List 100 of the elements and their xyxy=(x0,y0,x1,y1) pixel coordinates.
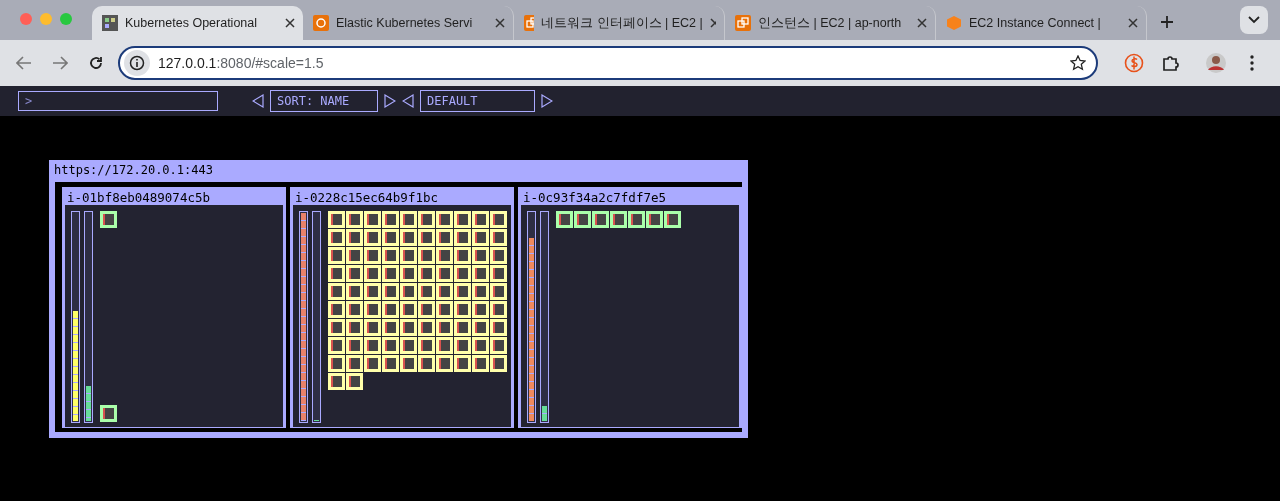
pod-tile[interactable] xyxy=(346,265,363,282)
pod-tile[interactable] xyxy=(454,211,471,228)
extension-icon[interactable] xyxy=(1124,53,1144,73)
pod-tile[interactable] xyxy=(418,283,435,300)
pod-tile[interactable] xyxy=(382,283,399,300)
pod-tile[interactable] xyxy=(382,319,399,336)
browser-tab[interactable]: Kubernetes Operational xyxy=(92,6,303,40)
pod-tile[interactable] xyxy=(664,211,681,228)
pod-tile[interactable] xyxy=(490,337,507,354)
next-icon[interactable] xyxy=(384,94,396,108)
pod-tile[interactable] xyxy=(400,265,417,282)
pod-tile[interactable] xyxy=(400,301,417,318)
pod-tile[interactable] xyxy=(490,265,507,282)
address-bar[interactable]: 127.0.0.1:8080/#scale=1.5 xyxy=(118,46,1098,80)
pod-tile[interactable] xyxy=(328,211,345,228)
pod-tile[interactable] xyxy=(472,319,489,336)
pod-tile[interactable] xyxy=(364,337,381,354)
pod-tile[interactable] xyxy=(454,355,471,372)
pod-tile[interactable] xyxy=(328,247,345,264)
pod-tile[interactable] xyxy=(472,337,489,354)
pod-tile[interactable] xyxy=(436,283,453,300)
pod-tile[interactable] xyxy=(400,337,417,354)
next-icon[interactable] xyxy=(541,94,553,108)
pod-tile[interactable] xyxy=(436,211,453,228)
pod-tile[interactable] xyxy=(454,229,471,246)
pod-tile[interactable] xyxy=(418,319,435,336)
pod-tile[interactable] xyxy=(646,211,663,228)
pod-tile[interactable] xyxy=(436,301,453,318)
pod-tile[interactable] xyxy=(418,247,435,264)
pod-tile[interactable] xyxy=(382,355,399,372)
close-icon[interactable] xyxy=(495,18,505,28)
pod-tile[interactable] xyxy=(346,211,363,228)
pod-tile[interactable] xyxy=(436,319,453,336)
tab-search-button[interactable] xyxy=(1240,6,1268,34)
pod-tile[interactable] xyxy=(592,211,609,228)
pod-tile[interactable] xyxy=(328,229,345,246)
pod-tile[interactable] xyxy=(454,337,471,354)
pod-tile[interactable] xyxy=(328,337,345,354)
pod-tile[interactable] xyxy=(400,319,417,336)
pod-tile[interactable] xyxy=(382,301,399,318)
reload-icon[interactable] xyxy=(88,55,104,71)
pod-tile[interactable] xyxy=(490,301,507,318)
pod-tile[interactable] xyxy=(328,283,345,300)
pod-tile[interactable] xyxy=(436,265,453,282)
pod-tile[interactable] xyxy=(364,247,381,264)
pod-tile[interactable] xyxy=(490,247,507,264)
pod-tile[interactable] xyxy=(382,265,399,282)
pod-tile[interactable] xyxy=(400,211,417,228)
pod-tile[interactable] xyxy=(364,229,381,246)
pod-tile[interactable] xyxy=(490,229,507,246)
puzzle-icon[interactable] xyxy=(1161,54,1179,72)
pod-tile[interactable] xyxy=(400,355,417,372)
pod-tile[interactable] xyxy=(382,247,399,264)
pod-tile[interactable] xyxy=(418,265,435,282)
pod-tile[interactable] xyxy=(454,247,471,264)
pod-tile[interactable] xyxy=(400,229,417,246)
pod-tile[interactable] xyxy=(382,337,399,354)
pod-tile[interactable] xyxy=(364,211,381,228)
pod-tile[interactable] xyxy=(364,265,381,282)
pod-tile[interactable] xyxy=(574,211,591,228)
pod-tile[interactable] xyxy=(454,265,471,282)
sort-selector[interactable]: SORT: NAME xyxy=(270,90,378,112)
pod-tile[interactable] xyxy=(472,283,489,300)
pod-tile[interactable] xyxy=(472,355,489,372)
star-icon[interactable] xyxy=(1070,55,1086,71)
pod-tile[interactable] xyxy=(472,301,489,318)
pod-tile[interactable] xyxy=(346,373,363,390)
pod-tile[interactable] xyxy=(328,373,345,390)
previous-icon[interactable] xyxy=(402,94,414,108)
pod-tile[interactable] xyxy=(418,301,435,318)
pod-tile[interactable] xyxy=(328,301,345,318)
avatar-icon[interactable] xyxy=(1205,52,1227,74)
pod-tile[interactable] xyxy=(472,229,489,246)
pod-tile[interactable] xyxy=(556,211,573,228)
pod-tile[interactable] xyxy=(328,319,345,336)
pod-tile[interactable] xyxy=(490,211,507,228)
pod-tile[interactable] xyxy=(100,405,117,422)
pod-tile[interactable] xyxy=(400,247,417,264)
pod-tile[interactable] xyxy=(364,355,381,372)
pod-tile[interactable] xyxy=(346,229,363,246)
pod-tile[interactable] xyxy=(328,265,345,282)
menu-icon[interactable] xyxy=(1250,55,1254,71)
pod-tile[interactable] xyxy=(364,301,381,318)
pod-tile[interactable] xyxy=(382,229,399,246)
pod-tile[interactable] xyxy=(346,283,363,300)
pod-tile[interactable] xyxy=(364,283,381,300)
previous-icon[interactable] xyxy=(252,94,264,108)
pod-tile[interactable] xyxy=(418,211,435,228)
pod-tile[interactable] xyxy=(472,265,489,282)
pod-tile[interactable] xyxy=(346,355,363,372)
pod-tile[interactable] xyxy=(490,283,507,300)
pod-tile[interactable] xyxy=(346,247,363,264)
pod-tile[interactable] xyxy=(472,211,489,228)
pod-tile[interactable] xyxy=(436,247,453,264)
pod-tile[interactable] xyxy=(490,355,507,372)
filter-field[interactable]: > xyxy=(18,91,218,111)
pod-tile[interactable] xyxy=(418,355,435,372)
forward-icon[interactable] xyxy=(52,56,68,70)
back-icon[interactable] xyxy=(16,56,32,70)
pod-tile[interactable] xyxy=(436,355,453,372)
